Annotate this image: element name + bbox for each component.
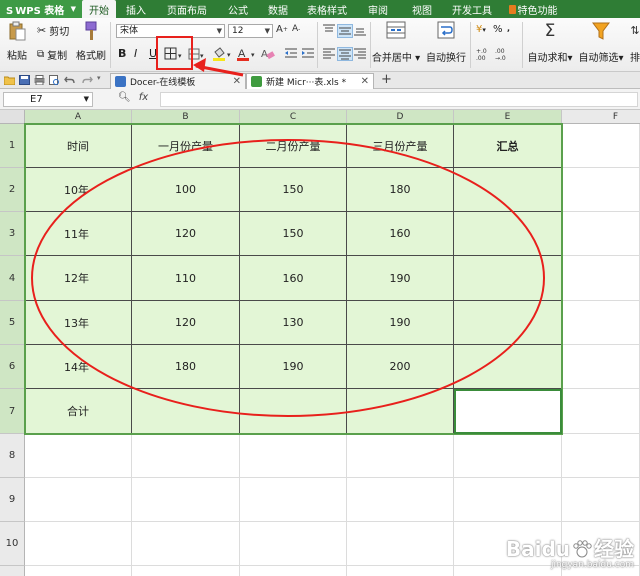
highlight-box-borders-button xyxy=(156,36,193,70)
annotation-ellipse xyxy=(31,139,545,417)
paw-icon xyxy=(573,540,592,558)
annotation-arrowhead xyxy=(193,58,206,72)
baidu-jingyan-watermark: Baidu 经验 jingyan.baidu.com xyxy=(505,537,634,570)
annotation-overlay xyxy=(31,58,545,417)
